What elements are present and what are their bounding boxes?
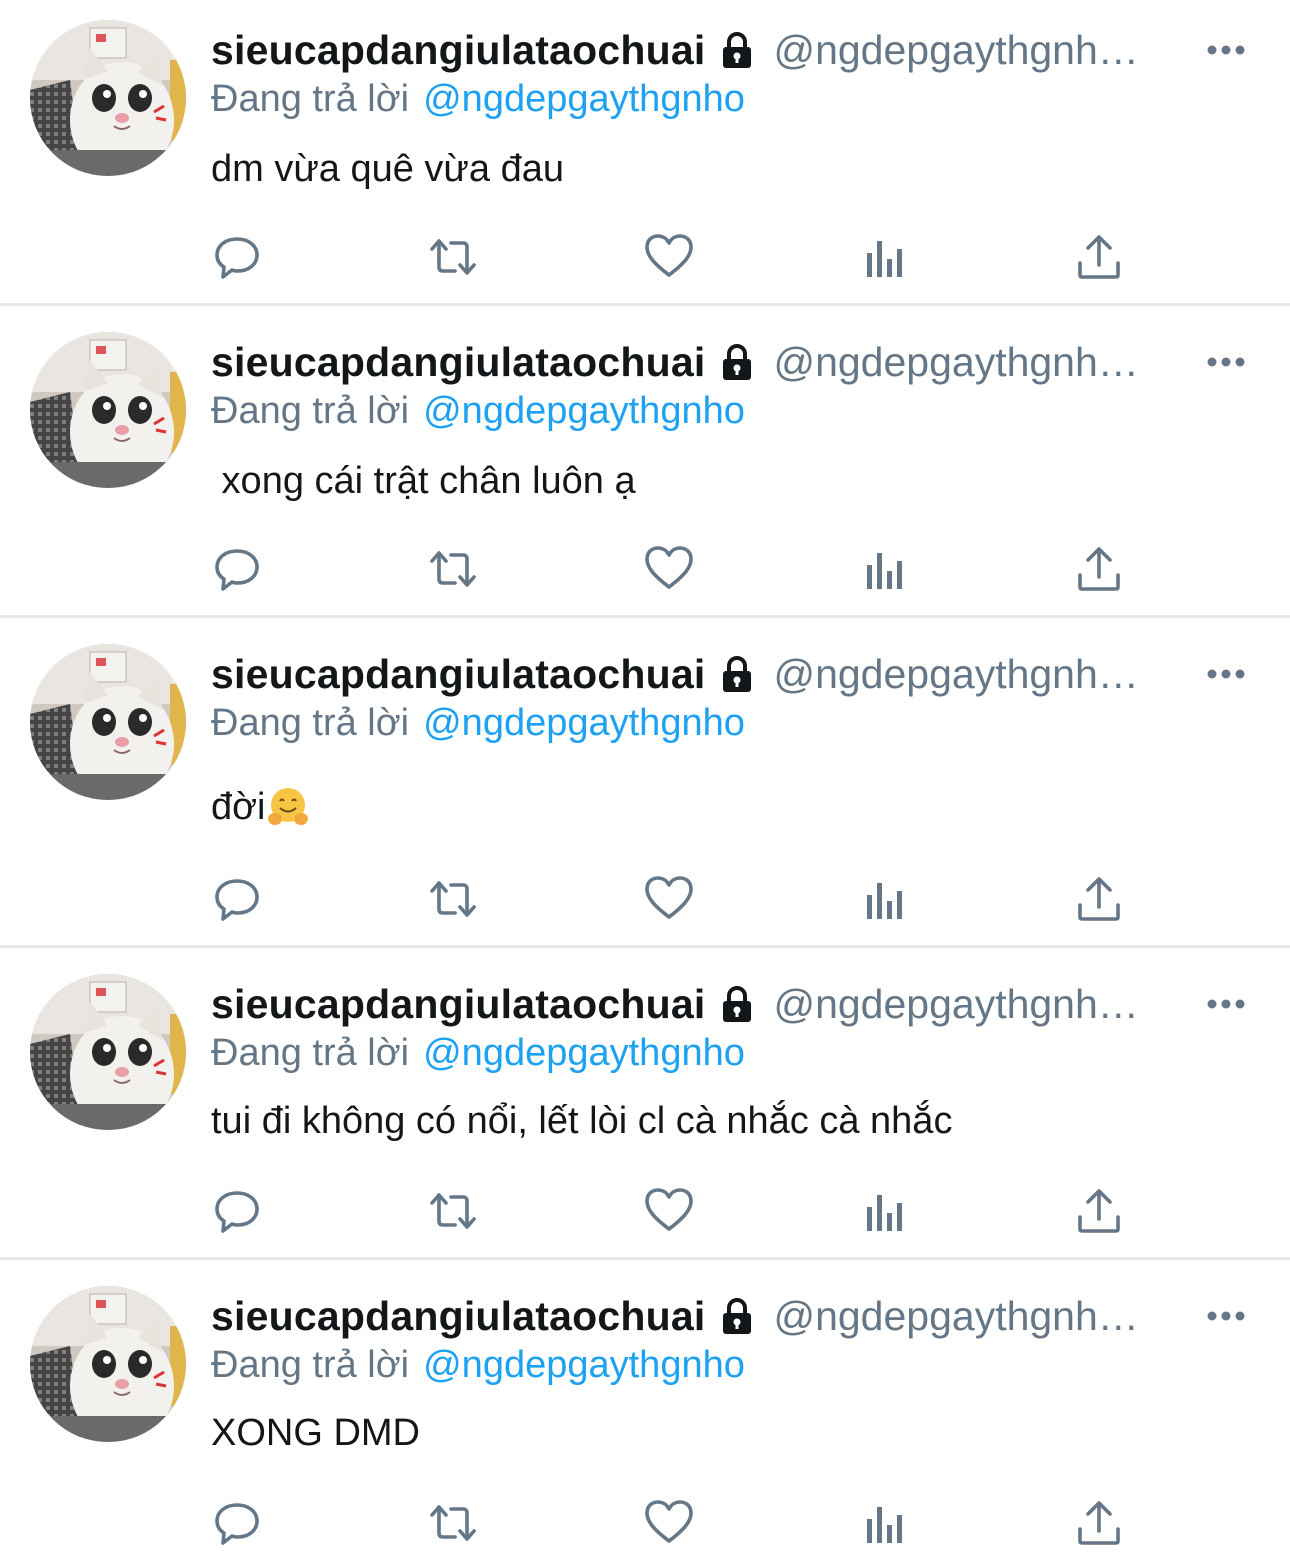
cat-avatar-image [30, 1286, 186, 1442]
display-name[interactable]: sieucapdangiulataochuai [211, 651, 705, 698]
share-icon[interactable] [1073, 1497, 1125, 1549]
avatar[interactable] [30, 1286, 186, 1442]
avatar[interactable] [30, 20, 186, 176]
more-options-icon[interactable] [1206, 998, 1246, 1010]
replying-to-line: Đang trả lời @ngdepgaythgnho [211, 1340, 745, 1390]
tweet-header: sieucapdangiulataochuai @ngdepgaythgnh… [211, 22, 1201, 78]
lock-icon [723, 32, 752, 68]
retweet-icon[interactable] [427, 873, 479, 925]
share-icon[interactable] [1073, 231, 1125, 283]
tweet-text: xong cái trật chân luôn ạ [211, 456, 636, 506]
display-name[interactable]: sieucapdangiulataochuai [211, 27, 705, 74]
heart-icon[interactable] [643, 543, 695, 595]
tweet-text: XONG DMD [211, 1408, 420, 1458]
tweet-text-content: xong cái trật chân luôn ạ [211, 459, 636, 502]
retweet-icon[interactable] [427, 1185, 479, 1237]
cat-avatar-image [30, 332, 186, 488]
lock-icon [723, 986, 752, 1022]
user-handle[interactable]: @ngdepgaythgnh… [773, 651, 1138, 698]
replying-to-line: Đang trả lời @ngdepgaythgnho [211, 698, 745, 748]
reply-icon[interactable] [211, 1497, 263, 1549]
replying-to-label: Đang trả lời [211, 701, 410, 744]
replying-to-line: Đang trả lời @ngdepgaythgnho [211, 1028, 745, 1078]
tweet-text: tui đi không có nổi, lết lòi cl cà nhắc … [211, 1096, 952, 1146]
replying-to-mention-link[interactable]: @ngdepgaythgnho [423, 78, 745, 121]
user-handle[interactable]: @ngdepgaythgnh… [773, 339, 1138, 386]
retweet-icon[interactable] [427, 543, 479, 595]
tweet-text: đời [211, 782, 310, 832]
display-name[interactable]: sieucapdangiulataochuai [211, 1293, 705, 1340]
reply-icon[interactable] [211, 231, 263, 283]
heart-icon[interactable] [643, 231, 695, 283]
replying-to-label: Đang trả lời [211, 77, 410, 120]
analytics-icon[interactable] [859, 1185, 911, 1237]
tweet-text: dm vừa quê vừa đau [211, 144, 564, 194]
tweet-divider [0, 615, 1290, 618]
replying-to-line: Đang trả lời @ngdepgaythgnho [211, 74, 745, 124]
replying-to-mention-link[interactable]: @ngdepgaythgnho [423, 1032, 745, 1075]
cat-avatar-image [30, 20, 186, 176]
more-options-icon[interactable] [1206, 1310, 1246, 1322]
reply-icon[interactable] [211, 873, 263, 925]
tweet-text-content: đời [211, 785, 266, 828]
analytics-icon[interactable] [859, 1497, 911, 1549]
reply-icon[interactable] [211, 543, 263, 595]
retweet-icon[interactable] [427, 231, 479, 283]
analytics-icon[interactable] [859, 873, 911, 925]
lock-icon [723, 344, 752, 380]
replying-to-line: Đang trả lời @ngdepgaythgnho [211, 386, 745, 436]
tweet-text-content: XONG DMD [211, 1411, 420, 1454]
avatar[interactable] [30, 332, 186, 488]
heart-icon[interactable] [643, 1185, 695, 1237]
analytics-icon[interactable] [859, 231, 911, 283]
tweet-text-content: dm vừa quê vừa đau [211, 147, 564, 190]
more-options-icon[interactable] [1206, 356, 1246, 368]
user-handle[interactable]: @ngdepgaythgnh… [773, 27, 1138, 74]
lock-icon [723, 656, 752, 692]
cat-avatar-image [30, 974, 186, 1130]
hugging-face-emoji [267, 788, 308, 825]
display-name[interactable]: sieucapdangiulataochuai [211, 981, 705, 1028]
heart-icon[interactable] [643, 873, 695, 925]
display-name[interactable]: sieucapdangiulataochuai [211, 339, 705, 386]
avatar[interactable] [30, 974, 186, 1130]
tweet-divider [0, 945, 1290, 948]
cat-avatar-image [30, 644, 186, 800]
tweet-header: sieucapdangiulataochuai @ngdepgaythgnh… [211, 976, 1201, 1032]
share-icon[interactable] [1073, 543, 1125, 595]
user-handle[interactable]: @ngdepgaythgnh… [773, 981, 1138, 1028]
reply-icon[interactable] [211, 1185, 263, 1237]
tweet-divider [0, 303, 1290, 306]
share-icon[interactable] [1073, 1185, 1125, 1237]
avatar[interactable] [30, 644, 186, 800]
lock-icon [723, 1298, 752, 1334]
more-options-icon[interactable] [1206, 44, 1246, 56]
replying-to-label: Đang trả lời [211, 1031, 410, 1074]
tweet-header: sieucapdangiulataochuai @ngdepgaythgnh… [211, 646, 1201, 702]
tweet-header: sieucapdangiulataochuai @ngdepgaythgnh… [211, 1288, 1201, 1344]
share-icon[interactable] [1073, 873, 1125, 925]
replying-to-mention-link[interactable]: @ngdepgaythgnho [423, 1344, 745, 1387]
replying-to-mention-link[interactable]: @ngdepgaythgnho [423, 702, 745, 745]
more-options-icon[interactable] [1206, 668, 1246, 680]
user-handle[interactable]: @ngdepgaythgnh… [773, 1293, 1138, 1340]
tweet-header: sieucapdangiulataochuai @ngdepgaythgnh… [211, 334, 1201, 390]
replying-to-label: Đang trả lời [211, 389, 410, 432]
retweet-icon[interactable] [427, 1497, 479, 1549]
tweet-text-content: tui đi không có nổi, lết lòi cl cà nhắc … [211, 1099, 953, 1142]
replying-to-label: Đang trả lời [211, 1343, 410, 1386]
tweet-divider [0, 1257, 1290, 1260]
replying-to-mention-link[interactable]: @ngdepgaythgnho [423, 390, 745, 433]
heart-icon[interactable] [643, 1497, 695, 1549]
analytics-icon[interactable] [859, 543, 911, 595]
